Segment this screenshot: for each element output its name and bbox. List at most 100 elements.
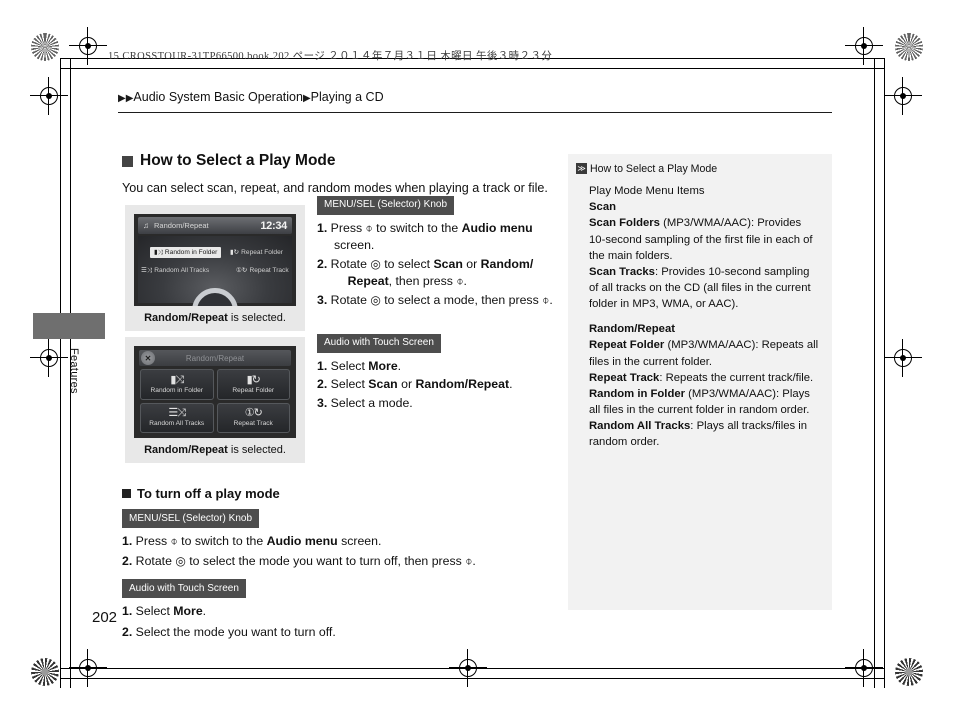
touch-step-1: 1. Select More. — [317, 358, 402, 373]
feature-tab-marker — [33, 313, 105, 339]
screenshot-touch-caption: Random/Repeat is selected. — [134, 444, 296, 456]
caption-bold: Random/Repeat — [144, 444, 228, 456]
turn-off-knob-steps: 1. Press ⌽ to switch to the Audio menu s… — [122, 532, 562, 571]
trim-line-bottom — [60, 678, 885, 680]
section-square-icon — [122, 155, 133, 167]
head-unit-status-bar: ♫ Random/Repeat 12:34 — [138, 217, 292, 234]
list-shuffle-icon: ☰⤨ — [141, 267, 153, 274]
header-rule — [118, 112, 832, 114]
track-repeat-icon: ①↻ — [236, 267, 248, 274]
knob-option-repeat-track[interactable]: ①↻ Repeat Track — [236, 266, 289, 275]
crop-mark-top-left — [69, 27, 107, 65]
caption-rest: is selected. — [227, 444, 286, 456]
trim-line-bottom-inner — [60, 668, 885, 670]
folder-repeat-icon: ▮↻ — [230, 249, 240, 256]
registration-rosette-bottom-left — [31, 658, 59, 686]
page-number: 202 — [92, 609, 118, 626]
print-header-line: 15 CROSSTOUR-31TP66500.book 202 ページ ２０１４… — [108, 51, 553, 62]
side-note-body: Play Mode Menu Items Scan Scan Folders (… — [576, 183, 820, 450]
touch-button-random-in-folder[interactable]: ▮⤨ Random in Folder — [140, 369, 214, 400]
knob-step-3: 3. Rotate ◎ to select a mode, then press… — [317, 292, 553, 307]
knob-option-label: Repeat Folder — [241, 248, 283, 256]
head-unit-body: ▮⤨ Random in Folder ▮↻ Repeat Folder ☰⤨ … — [138, 236, 292, 306]
subsection-square-icon — [122, 489, 131, 499]
touch-button-label: Random All Tracks — [149, 420, 205, 428]
side-note-header: ≫ How to Select a Play Mode — [576, 162, 820, 177]
touch-button-label: Repeat Track — [233, 420, 273, 428]
scan-tracks-term: Scan Tracks — [589, 265, 655, 278]
repeat-folder-term: Repeat Folder — [589, 339, 665, 352]
caption-bold: Random/Repeat — [144, 312, 228, 324]
touch-step-list: 1. Select More. 2. Select Scan or Random… — [317, 358, 567, 412]
side-note-marker-icon: ≫ — [576, 163, 587, 174]
touch-button-label: Repeat Folder — [232, 386, 275, 394]
touch-steps-block: Audio with Touch Screen 1. Select More. … — [317, 333, 567, 413]
registration-rosette-top-right — [895, 33, 923, 61]
breadcrumb-level-2[interactable]: Playing a CD — [311, 90, 384, 104]
turn-off-touch-steps: 1. Select More. 2. Select the mode you w… — [122, 602, 562, 641]
touch-button-repeat-track[interactable]: ①↻ Repeat Track — [216, 402, 290, 433]
side-note-scan-tracks: Scan Tracks: Provides 10-second sampling… — [589, 264, 820, 312]
press-knob-icon: ⌽ — [465, 554, 473, 569]
repeat-track-term: Repeat Track — [589, 371, 660, 384]
clock-display: 12:34 — [260, 219, 287, 232]
knob-step-list: 1. Press ⌽ to switch to the Audio menu s… — [317, 220, 567, 309]
feature-tab-label: Features — [68, 348, 80, 394]
knob-option-label: Random All Tracks — [154, 267, 210, 274]
folder-shuffle-icon: ▮⤨ — [170, 373, 184, 386]
crop-mark-upper-right — [884, 77, 922, 115]
turn-off-touch-step-1: 1. Select More. — [122, 604, 207, 619]
registration-rosette-top-left — [31, 33, 59, 61]
crop-mark-middle-left — [30, 339, 68, 377]
track-repeat-icon: ①↻ — [244, 407, 263, 420]
touch-step-3: 3. Select a mode. — [317, 395, 413, 410]
rotate-knob-icon: ◎ — [175, 554, 186, 569]
turn-off-touch-step-2: 2. Select the mode you want to turn off. — [122, 624, 336, 639]
knob-option-random-all-tracks[interactable]: ☰⤨ Random All Tracks — [141, 266, 209, 275]
knob-option-random-in-folder[interactable]: ▮⤨ Random in Folder — [150, 247, 222, 258]
touch-screen-header: Random/Repeat — [139, 350, 291, 366]
turn-off-touch-tag: Audio with Touch Screen — [122, 578, 246, 599]
triangle-right-icon-3: ▶ — [302, 93, 311, 104]
selector-knob-graphic[interactable] — [192, 288, 238, 306]
knob-option-repeat-folder[interactable]: ▮↻ Repeat Folder — [230, 248, 283, 257]
trim-line-top-inner — [60, 68, 885, 70]
touch-button-random-all-tracks[interactable]: ☰⤨ Random All Tracks — [140, 402, 214, 433]
touch-button-repeat-folder[interactable]: ▮↻ Repeat Folder — [216, 369, 290, 400]
crop-mark-middle-right — [884, 339, 922, 377]
touch-screen-title: Random/Repeat — [185, 353, 245, 363]
breadcrumb-level-1[interactable]: Audio System Basic Operation — [133, 90, 303, 104]
side-note-scan-folders: Scan Folders (MP3/WMA/AAC): Provides 10-… — [589, 215, 820, 263]
turn-off-heading: To turn off a play mode — [122, 484, 562, 504]
touch-button-grid: ▮⤨ Random in Folder ▮↻ Repeat Folder ☰⤨ … — [140, 369, 290, 433]
scan-heading: Scan — [589, 201, 617, 214]
page-title-text: How to Select a Play Mode — [140, 152, 336, 169]
close-icon[interactable]: ✕ — [141, 351, 155, 365]
music-note-icon: ♫ — [143, 221, 149, 230]
side-note-random-folder: Random in Folder (MP3/WMA/AAC): Plays al… — [589, 386, 820, 418]
turn-off-knob-step-2: 2. Rotate ◎ to select the mode you want … — [122, 554, 476, 569]
repeat-track-desc: : Repeats the current track/file. — [659, 371, 814, 384]
random-repeat-heading: Random/Repeat — [589, 323, 675, 336]
breadcrumb: ▶▶Audio System Basic Operation▶Playing a… — [118, 90, 384, 104]
knob-option-label: Repeat Track — [249, 266, 289, 274]
touch-screen: Random/Repeat ✕ ▮⤨ Random in Folder ▮↻ R… — [134, 346, 296, 438]
folder-repeat-icon: ▮↻ — [246, 373, 261, 386]
press-knob-icon: ⌽ — [456, 274, 464, 289]
side-note-panel: ≫ How to Select a Play Mode Play Mode Me… — [568, 154, 832, 610]
turn-off-section: To turn off a play mode MENU/SEL (Select… — [122, 484, 562, 648]
press-knob-icon: ⌽ — [365, 220, 373, 235]
list-shuffle-icon: ☰⤨ — [168, 407, 186, 420]
knob-step-2: 2. Rotate ◎ to select Scan or Random/ Re… — [317, 256, 534, 289]
trim-line-right-inner — [874, 58, 876, 688]
random-in-folder-term: Random in Folder — [589, 387, 686, 400]
press-knob-icon: ⌽ — [542, 292, 550, 307]
side-note-group-scan: Scan — [589, 199, 820, 215]
touch-step-2: 2. Select Scan or Random/Repeat. — [317, 377, 513, 392]
head-unit-screen: ♫ Random/Repeat 12:34 ▮⤨ Random in Folde… — [134, 214, 296, 306]
crop-mark-top-right — [845, 27, 883, 65]
side-note-repeat-track: Repeat Track: Repeats the current track/… — [589, 370, 820, 386]
side-note-random-all: Random All Tracks: Plays all tracks/file… — [589, 418, 820, 450]
page-title: How to Select a Play Mode — [122, 152, 552, 170]
caption-rest: is selected. — [227, 312, 286, 324]
